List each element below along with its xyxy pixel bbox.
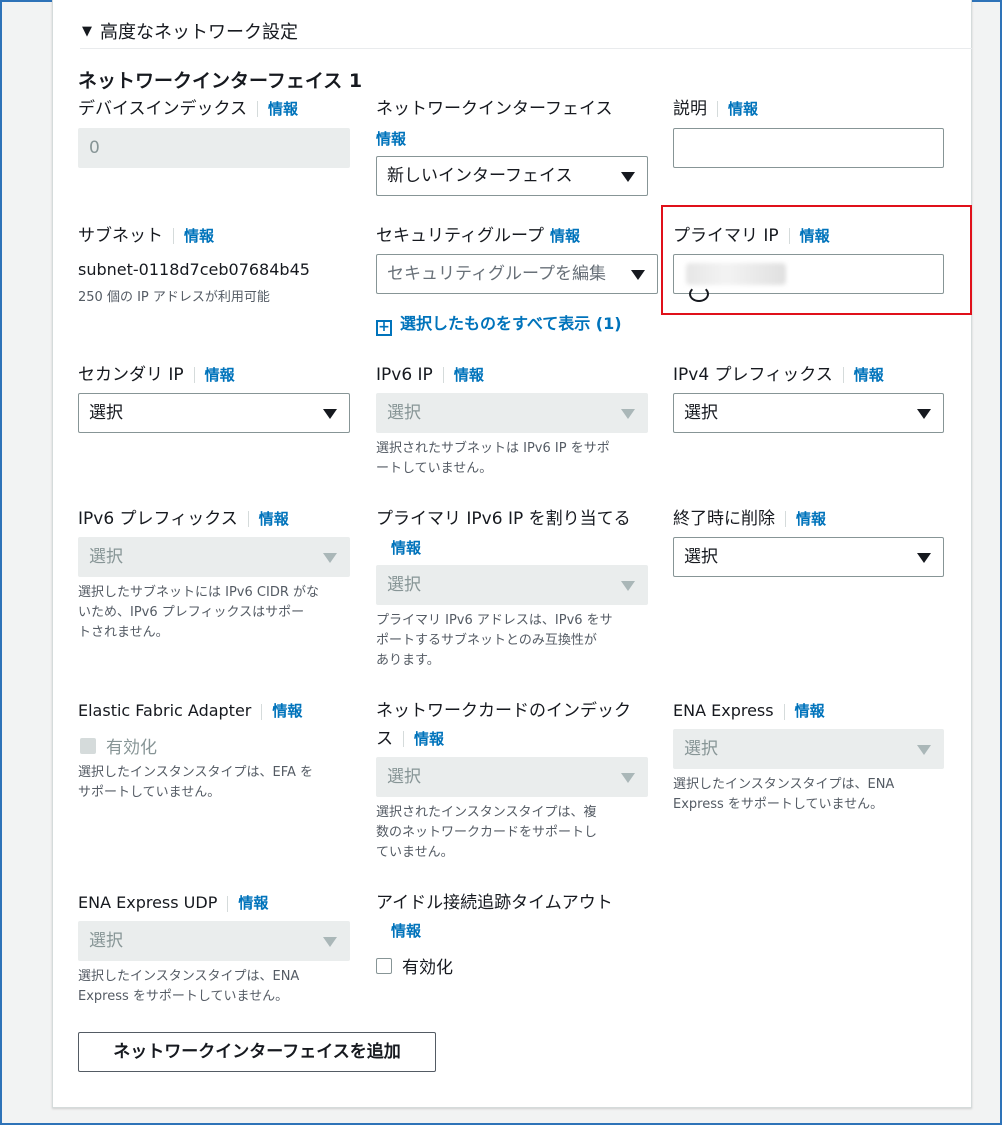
ipv6-prefix-select: 選択 — [78, 537, 350, 577]
subnet-value: subnet-0118d7ceb07684b45 — [78, 260, 310, 279]
idle-timeout-label: アイドル接続追跡タイムアウト — [376, 893, 613, 913]
advanced-network-settings-toggle[interactable]: ▼ 高度なネットワーク設定 — [82, 18, 298, 44]
network-interface-title: ネットワークインターフェイス 1 — [78, 70, 363, 92]
efa-label: Elastic Fabric Adapter 情報 — [78, 701, 303, 720]
dropdown-arrow-icon — [631, 270, 645, 280]
info-link[interactable]: 情報 — [259, 510, 289, 528]
delete-on-termination-select[interactable]: 選択 — [673, 537, 944, 577]
info-link[interactable]: 情報 — [796, 510, 826, 528]
checkbox-icon[interactable] — [376, 957, 392, 974]
secondary-ip-select[interactable]: 選択 — [78, 393, 350, 433]
info-link[interactable]: 情報 — [800, 227, 830, 245]
network-card-index-note: 選択されたインスタンスタイプは、複 数のネットワークカードをサポートし ていませ… — [376, 805, 598, 860]
ena-express-udp-select: 選択 — [78, 921, 350, 961]
network-card-index-label: ネットワークカードのインデック — [376, 701, 631, 721]
dropdown-arrow-icon — [621, 409, 635, 419]
assign-primary-ipv6-label: プライマリ IPv6 IP を割り当てる — [376, 509, 631, 529]
dropdown-arrow-icon — [323, 409, 337, 419]
info-link[interactable]: 情報 — [854, 366, 884, 384]
dropdown-arrow-icon — [621, 773, 635, 783]
info-link[interactable]: 情報 — [454, 366, 484, 384]
ena-express-select: 選択 — [673, 729, 944, 769]
add-network-interface-button[interactable]: ネットワークインターフェイスを追加 — [78, 1032, 436, 1072]
ipv6-ip-select: 選択 — [376, 393, 648, 433]
dropdown-arrow-icon — [917, 745, 931, 755]
network-card-index-label-cont: ス情報 — [376, 729, 445, 749]
info-link[interactable]: 情報 — [268, 100, 298, 118]
dropdown-arrow-icon — [323, 553, 337, 563]
secondary-ip-label: セカンダリ IP 情報 — [78, 365, 235, 385]
redacted-ip — [686, 263, 786, 285]
ena-express-note: 選択したインスタンスタイプは、ENA Express をサポートしていません。 — [673, 777, 895, 812]
efa-checkbox: 有効化 — [80, 733, 157, 758]
idle-timeout-checkbox[interactable]: 有効化 — [376, 953, 453, 978]
info-link[interactable]: 情報 — [272, 702, 302, 720]
ena-express-label: ENA Express 情報 — [673, 701, 825, 720]
info-link[interactable]: 情報 — [550, 227, 580, 245]
dropdown-arrow-icon — [917, 409, 931, 419]
section-title: 高度なネットワーク設定 — [100, 22, 298, 43]
description-label: 説明 情報 — [673, 99, 759, 119]
primary-ip-label: プライマリ IP 情報 — [673, 226, 830, 246]
checkbox-icon — [80, 737, 96, 754]
show-all-selected-link[interactable]: + 選択したものをすべて表示 (1) — [376, 310, 622, 336]
efa-note: 選択したインスタンスタイプは、EFA を サポートしていません。 — [78, 765, 314, 800]
plus-icon: + — [376, 320, 392, 336]
info-link[interactable]: 情報 — [184, 227, 214, 245]
delete-on-termination-label: 終了時に削除 情報 — [673, 509, 827, 529]
security-group-select[interactable]: セキュリティグループを編集 — [376, 254, 658, 294]
info-link[interactable]: 情報 — [795, 702, 825, 720]
info-link[interactable]: 情報 — [728, 100, 758, 118]
info-link[interactable]: 情報 — [391, 920, 421, 941]
info-link[interactable]: 情報 — [376, 128, 406, 149]
subnet-label: サブネット 情報 — [78, 226, 215, 246]
ipv6-prefix-label: IPv6 プレフィックス 情報 — [78, 509, 289, 529]
info-link[interactable]: 情報 — [414, 730, 444, 748]
ipv6-ip-label: IPv6 IP 情報 — [376, 365, 484, 385]
info-link[interactable]: 情報 — [205, 366, 235, 384]
network-interface-select[interactable]: 新しいインターフェイス — [376, 156, 648, 196]
security-group-label: セキュリティグループ 情報 — [376, 226, 580, 246]
caret-down-icon: ▼ — [82, 23, 92, 39]
ipv4-prefix-label: IPv4 プレフィックス 情報 — [673, 365, 884, 385]
cursor-icon — [689, 286, 709, 302]
dropdown-arrow-icon — [621, 581, 635, 591]
network-card-index-select: 選択 — [376, 757, 648, 797]
ena-express-udp-label: ENA Express UDP 情報 — [78, 893, 269, 912]
assign-primary-ipv6-select: 選択 — [376, 565, 648, 605]
device-index-label: デバイスインデックス 情報 — [78, 99, 298, 119]
ena-express-udp-note: 選択したインスタンスタイプは、ENA Express をサポートしていません。 — [78, 969, 300, 1004]
ipv6-prefix-note: 選択したサブネットには IPv6 CIDR がな いため、IPv6 プレフィック… — [78, 585, 319, 640]
info-link[interactable]: 情報 — [238, 894, 268, 912]
subnet-note: 250 個の IP アドレスが利用可能 — [78, 290, 270, 305]
assign-primary-ipv6-note: プライマリ IPv6 アドレスは、IPv6 をサ ポートするサブネットとのみ互換… — [376, 613, 613, 668]
info-link[interactable]: 情報 — [391, 537, 421, 558]
dropdown-arrow-icon — [323, 937, 337, 947]
ipv6-ip-note: 選択されたサブネットは IPv6 IP をサポ ートしていません。 — [376, 441, 610, 476]
ipv4-prefix-select[interactable]: 選択 — [673, 393, 944, 433]
primary-ip-input[interactable] — [673, 254, 944, 294]
dropdown-arrow-icon — [917, 553, 931, 563]
dropdown-arrow-icon — [621, 172, 635, 182]
network-interface-label: ネットワークインターフェイス — [376, 99, 613, 119]
description-input[interactable] — [673, 128, 944, 168]
section-divider — [80, 48, 972, 49]
device-index-input: 0 — [78, 128, 350, 168]
